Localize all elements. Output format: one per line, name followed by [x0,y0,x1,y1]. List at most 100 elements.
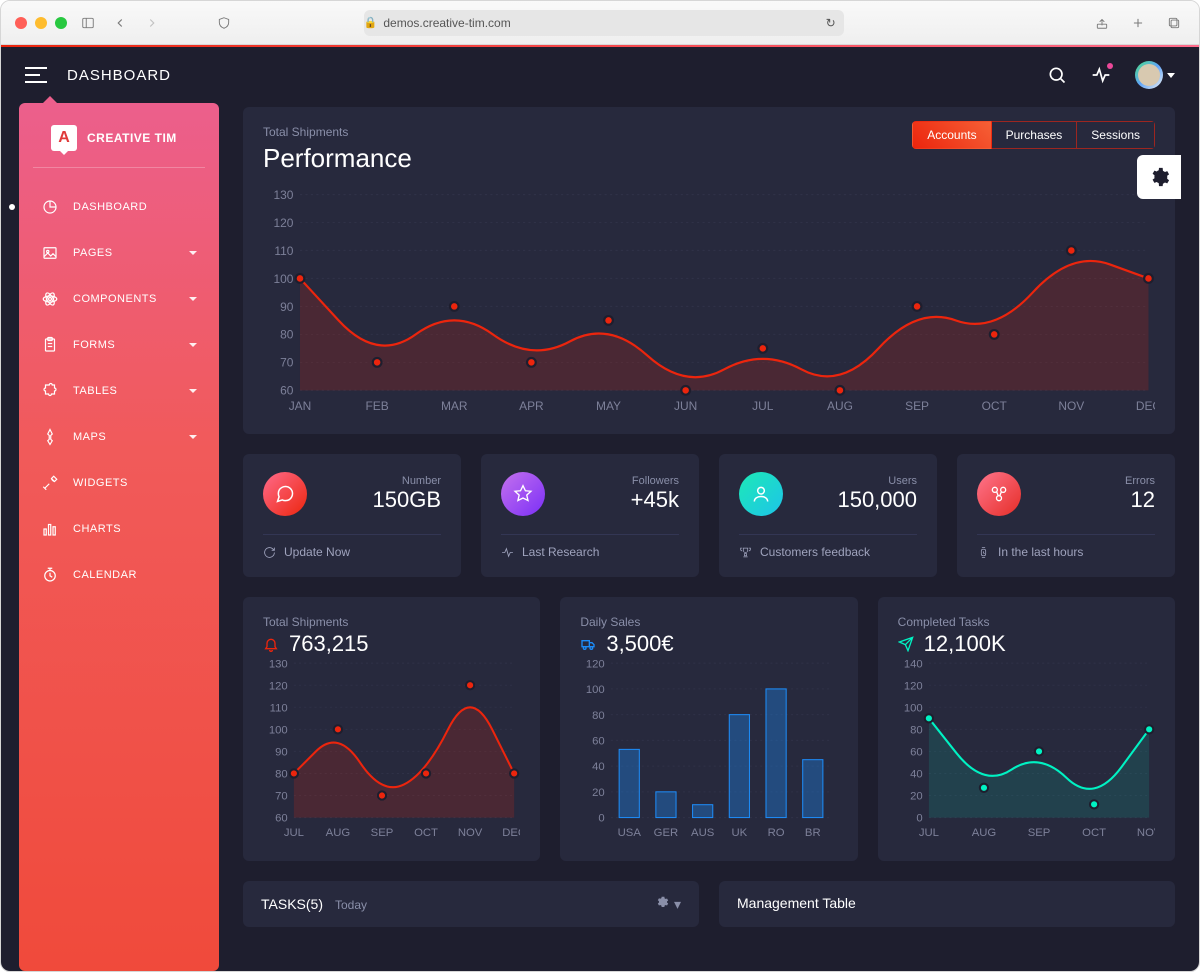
svg-text:GER: GER [654,828,679,840]
sidebar-item-label: WIDGETS [73,477,128,489]
svg-text:MAY: MAY [596,399,621,413]
performance-card: Total Shipments Performance Accounts Pur… [243,107,1175,434]
stat-label: Number [373,475,442,487]
svg-text:130: 130 [269,659,288,671]
svg-text:NOV: NOV [1137,828,1155,840]
tab-accounts[interactable]: Accounts [912,121,991,149]
tasks-panel-gear-icon[interactable]: ▾ [656,895,681,913]
page-title: DASHBOARD [67,67,171,84]
svg-text:NOV: NOV [1058,399,1084,413]
close-window-icon[interactable] [15,17,27,29]
new-tab-icon[interactable] [1127,12,1149,34]
watch-icon [977,546,990,559]
svg-text:120: 120 [903,681,922,693]
svg-text:AUS: AUS [691,828,715,840]
svg-text:80: 80 [592,710,605,722]
tabs-icon[interactable] [1163,12,1185,34]
svg-text:OCT: OCT [1082,828,1106,840]
sidebar-item-components[interactable]: COMPONENTS [19,276,219,322]
svg-text:70: 70 [280,356,294,370]
chat-icon [263,472,307,516]
atom-icon [41,290,59,308]
sidebar: A CREATIVE TIM DASHBOARDPAGESCOMPONENTS F… [19,103,219,971]
svg-text:60: 60 [275,813,288,825]
shipments-value: 763,215 [289,631,369,657]
svg-text:80: 80 [910,725,923,737]
address-bar[interactable]: 🔒 demos.creative-tim.com ↻ [364,10,844,36]
svg-text:100: 100 [269,725,288,737]
svg-text:JUL: JUL [918,828,938,840]
minimize-window-icon[interactable] [35,17,47,29]
svg-text:130: 130 [274,188,294,202]
stat-footer[interactable]: Customers feedback [739,534,917,559]
svg-text:JUN: JUN [674,399,697,413]
svg-text:70: 70 [275,791,288,803]
avatar [1135,61,1163,89]
stat-value: 150,000 [837,487,917,513]
tab-sessions[interactable]: Sessions [1077,121,1155,149]
sidebar-item-calendar[interactable]: CALENDAR [19,552,219,598]
performance-tab-group: Accounts Purchases Sessions [912,121,1155,149]
chevron-down-icon [189,343,197,347]
user-menu[interactable] [1135,61,1175,89]
svg-text:UK: UK [732,828,748,840]
svg-text:OCT: OCT [414,828,438,840]
svg-text:90: 90 [280,300,294,314]
stat-label: Errors [1125,475,1155,487]
back-button[interactable] [109,12,131,34]
sidebar-toggle-icon[interactable] [77,12,99,34]
svg-text:OCT: OCT [982,399,1008,413]
chevron-down-icon [189,297,197,301]
search-icon[interactable] [1047,65,1067,85]
reload-icon[interactable]: ↻ [826,16,836,30]
star-icon [501,472,545,516]
forward-button[interactable] [141,12,163,34]
svg-text:60: 60 [910,747,923,759]
stat-footer[interactable]: Last Research [501,534,679,559]
svg-text:0: 0 [599,813,605,825]
stat-footer[interactable]: Update Now [263,534,441,559]
stat-footer[interactable]: In the last hours [977,534,1155,559]
maximize-window-icon[interactable] [55,17,67,29]
svg-text:AUG: AUG [971,828,996,840]
svg-text:DEC: DEC [1136,399,1155,413]
menu-toggle-icon[interactable] [25,67,47,83]
sidebar-item-dashboard[interactable]: DASHBOARD [19,184,219,230]
sidebar-item-widgets[interactable]: WIDGETS [19,460,219,506]
sidebar-item-pages[interactable]: PAGES [19,230,219,276]
shield-icon[interactable] [213,12,235,34]
sales-chart: 020406080100120USAGERAUSUKROBR [580,657,837,842]
sidebar-item-forms[interactable]: FORMS [19,322,219,368]
stat-label: Users [837,475,917,487]
sales-title: Daily Sales [580,615,837,629]
sidebar-item-label: FORMS [73,339,115,351]
sidebar-item-tables[interactable]: TABLES [19,368,219,414]
svg-text:110: 110 [270,703,288,715]
svg-text:90: 90 [275,747,288,759]
share-icon[interactable] [1091,12,1113,34]
sidebar-item-maps[interactable]: MAPS [19,414,219,460]
svg-text:100: 100 [274,272,294,286]
performance-chart: 60708090100110120130JANFEBMARAPRMAYJUNJU… [263,188,1155,416]
svg-text:0: 0 [916,813,922,825]
svg-text:USA: USA [618,828,642,840]
stat-card-followers: Followers+45kLast Research [481,454,699,577]
pin-icon [41,428,59,446]
brand[interactable]: A CREATIVE TIM [33,125,205,168]
main-content: Total Shipments Performance Accounts Pur… [219,103,1199,971]
refresh-icon [263,546,276,559]
puzzle-icon [41,382,59,400]
activity-icon[interactable] [1091,65,1111,85]
svg-text:60: 60 [280,384,294,398]
user-icon [739,472,783,516]
sidebar-item-label: MAPS [73,431,106,443]
settings-fab[interactable] [1137,155,1181,199]
shipments-card: Total Shipments 763,215 6070809010011012… [243,597,540,860]
stat-label: Followers [631,475,679,487]
tab-purchases[interactable]: Purchases [992,121,1078,149]
svg-text:20: 20 [910,791,923,803]
sidebar-item-charts[interactable]: CHARTS [19,506,219,552]
svg-text:RO: RO [768,828,785,840]
stat-card-number: Number150GBUpdate Now [243,454,461,577]
svg-text:20: 20 [592,787,605,799]
